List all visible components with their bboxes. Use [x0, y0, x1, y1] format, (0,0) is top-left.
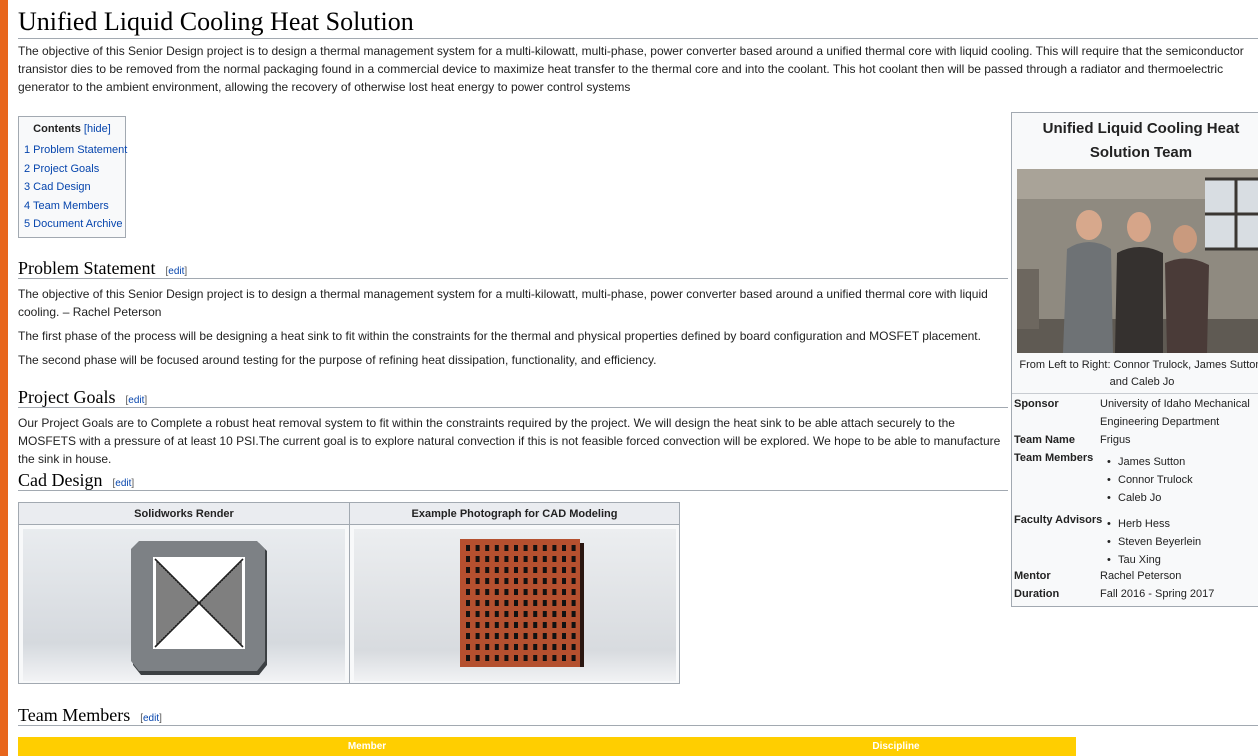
advisor-item: Steven Beyerlein: [1100, 533, 1258, 551]
faculty-advisors-label: Faculty Advisors: [1014, 514, 1103, 526]
cad-cell-photo: Example Photograph for CAD Modeling: [350, 503, 679, 683]
team-members-list: James Sutton Connor Trulock Caleb Jo: [1100, 453, 1258, 507]
team-members-label: Team Members: [1014, 452, 1094, 464]
heat-sink-photo[interactable]: [354, 529, 676, 681]
project-goals-title: Project Goals: [18, 387, 116, 407]
discipline-column-header: Discipline: [872, 741, 920, 752]
edit-project-goals-link[interactable]: edit: [128, 395, 144, 406]
cad-cell-render: Solidworks Render: [19, 503, 350, 683]
mentor-label: Mentor: [1014, 570, 1051, 582]
toc-item-project-goals[interactable]: 2 Project Goals: [24, 160, 120, 179]
team-photo[interactable]: [1017, 169, 1258, 353]
project-goals-heading: Project Goals [edit]: [18, 387, 148, 407]
toc-title: Contents: [33, 123, 81, 135]
duration-label: Duration: [1014, 588, 1060, 600]
problem-paragraph-3: The second phase will be focused around …: [18, 353, 657, 367]
advisor-item: Herb Hess: [1100, 515, 1258, 533]
sponsor-label: Sponsor: [1014, 398, 1059, 410]
solidworks-render-image[interactable]: [23, 529, 345, 681]
team-name-value: Frigus: [1100, 434, 1131, 446]
edit-team-members-link[interactable]: edit: [143, 713, 159, 724]
member-column-header: Member: [347, 741, 387, 752]
toc-item-team-members[interactable]: 4 Team Members: [24, 197, 120, 216]
team-member-item: Connor Trulock: [1100, 471, 1258, 489]
team-members-heading: Team Members [edit]: [18, 705, 162, 725]
problem-statement-title: Problem Statement: [18, 258, 156, 278]
problem-paragraph-1: The objective of this Senior Design proj…: [18, 287, 988, 319]
team-table-header: Member Discipline: [18, 737, 1076, 756]
project-goals-paragraph: Our Project Goals are to Complete a robu…: [18, 416, 1001, 466]
table-of-contents: Contents [hide] 1 Problem Statement 2 Pr…: [18, 116, 127, 238]
toc-item-problem-statement[interactable]: 1 Problem Statement: [24, 141, 127, 160]
mentor-value: Rachel Peterson: [1100, 570, 1182, 582]
edit-cad-design-link[interactable]: edit: [115, 478, 131, 489]
team-infobox: Unified Liquid Cooling Heat Solution Tea…: [1011, 112, 1258, 607]
title-divider: [18, 38, 1258, 39]
section-divider: [18, 490, 1008, 491]
toc-item-document-archive[interactable]: 5 Document Archive: [24, 215, 122, 234]
edit-problem-statement-link[interactable]: edit: [168, 266, 184, 277]
toc-header: Contents [hide]: [24, 123, 120, 135]
cad-image-table: Solidworks Render Example Photograph for…: [18, 502, 680, 684]
wiki-page: Unified Liquid Cooling Heat Solution The…: [8, 0, 1258, 756]
section-divider: [18, 407, 1008, 408]
duration-value: Fall 2016 - Spring 2017: [1100, 588, 1215, 600]
problem-paragraph-2: The first phase of the process will be d…: [18, 329, 981, 343]
section-divider: [18, 278, 1008, 279]
toc-hide-link[interactable]: [hide]: [84, 123, 111, 135]
cad-header-photo: Example Photograph for CAD Modeling: [350, 503, 679, 525]
cad-design-heading: Cad Design [edit]: [18, 470, 135, 490]
page-title: Unified Liquid Cooling Heat Solution: [18, 7, 414, 36]
team-member-item: Caleb Jo: [1100, 489, 1258, 507]
team-member-item: James Sutton: [1100, 453, 1258, 471]
cad-design-title: Cad Design: [18, 470, 103, 490]
sponsor-value: University of Idaho Mechanical Engineeri…: [1100, 398, 1250, 428]
infobox-divider: [1012, 393, 1258, 394]
toc-item-cad-design[interactable]: 3 Cad Design: [24, 178, 120, 197]
section-divider: [18, 725, 1258, 726]
problem-statement-heading: Problem Statement [edit]: [18, 258, 188, 278]
team-photo-caption: From Left to Right: Connor Trulock, Jame…: [1019, 359, 1258, 388]
faculty-advisors-list: Herb Hess Steven Beyerlein Tau Xing: [1100, 515, 1258, 569]
cad-header-render: Solidworks Render: [19, 503, 349, 525]
team-members-title: Team Members: [18, 705, 131, 725]
infobox-title: Unified Liquid Cooling Heat Solution Tea…: [1042, 120, 1240, 161]
intro-paragraph: The objective of this Senior Design proj…: [18, 44, 1244, 94]
team-name-label: Team Name: [1014, 434, 1075, 446]
